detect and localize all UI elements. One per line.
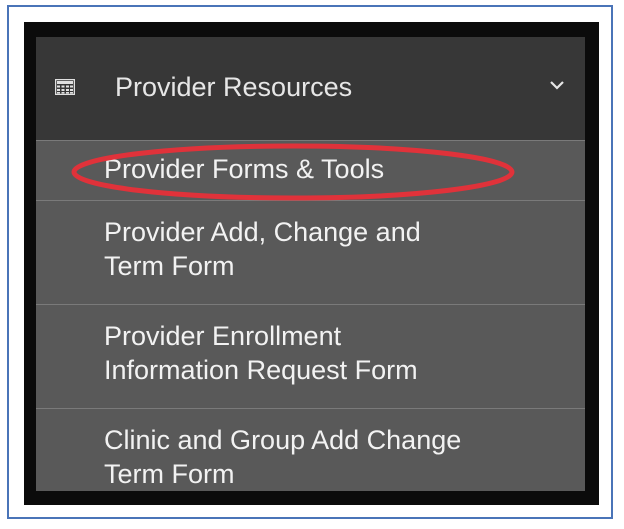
provider-resources-title: Provider Resources [115,72,353,102]
chevron-down-icon[interactable] [550,80,564,90]
menu-item-label: Provider Enrollment Information Request … [104,321,418,385]
calculator-icon [55,79,75,95]
menu-panel: Provider Resources Provider Forms & Tool… [36,37,585,491]
provider-resources-header[interactable]: Provider Resources [36,37,585,140]
menu-item-label: Provider Forms & Tools [104,154,385,184]
menu-item-label: Clinic and Group Add Change Term Form [104,425,462,489]
sidebar-menu: Provider Resources Provider Forms & Tool… [24,22,599,505]
menu-item-provider-enrollment-info-request[interactable]: Provider Enrollment Information Request … [36,304,585,408]
menu-item-clinic-group-add-change-term[interactable]: Clinic and Group Add Change Term Form [36,408,585,491]
menu-item-label: Provider Add, Change and Term Form [104,217,421,281]
menu-item-provider-add-change-term[interactable]: Provider Add, Change and Term Form [36,200,585,304]
menu-item-provider-forms-tools[interactable]: Provider Forms & Tools [36,140,585,200]
